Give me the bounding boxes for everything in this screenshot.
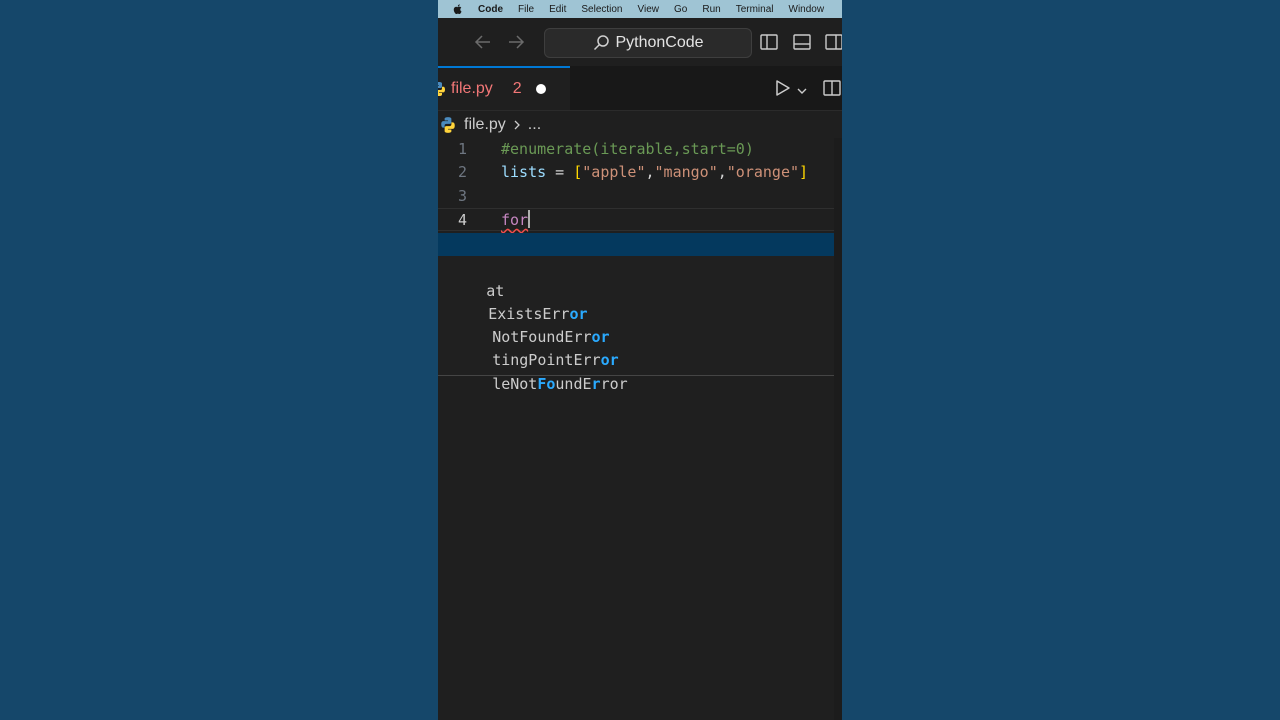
code-keyword: for (501, 210, 529, 229)
editor-scrollbar[interactable] (834, 138, 842, 720)
text-cursor (528, 209, 531, 228)
split-editor-icon[interactable] (822, 78, 842, 98)
line-number: 4 (457, 210, 467, 229)
apple-icon[interactable] (452, 3, 464, 15)
problems-count-badge: 2 (512, 80, 522, 97)
breadcrumb-file[interactable]: file.py (464, 116, 506, 134)
line-number: 3 (457, 186, 467, 205)
code-operator: = (546, 163, 574, 182)
command-center-search[interactable]: PythonCode (544, 28, 752, 58)
menu-file[interactable]: File (518, 4, 534, 15)
forward-arrow-icon[interactable] (506, 32, 526, 52)
toggle-panel-icon[interactable] (792, 32, 812, 52)
chevron-down-icon[interactable] (796, 82, 808, 94)
code-string: "apple" (582, 163, 646, 182)
code-string: "orange" (726, 163, 800, 182)
menu-run[interactable]: Run (702, 4, 720, 15)
code-comma: , (645, 163, 655, 182)
code-editor[interactable]: 1 #enumerate(iterable,start=0) 2 lists =… (438, 138, 842, 232)
run-python-file-icon[interactable] (774, 78, 792, 98)
back-arrow-icon[interactable] (473, 32, 493, 52)
python-file-icon (438, 81, 446, 97)
menu-terminal[interactable]: Terminal (736, 4, 774, 15)
line-number: 1 (457, 140, 467, 158)
search-icon (592, 34, 610, 52)
suggest-item[interactable]: ExistsError (438, 280, 587, 323)
code-comma: , (717, 163, 727, 182)
suggest-widget: at ExistsError NotFoundError tingPointEr… (438, 233, 842, 393)
editor-tabs-bar: file.py 2 (438, 66, 842, 111)
breadcrumb: file.py ... (438, 112, 842, 138)
python-file-icon (440, 116, 456, 134)
menu-app-code[interactable]: Code (478, 4, 503, 15)
code-line: 3 (438, 185, 842, 208)
menu-edit[interactable]: Edit (549, 4, 566, 15)
tab-label: file.py (451, 80, 493, 97)
code-string: "mango" (654, 163, 718, 182)
breadcrumb-symbols[interactable]: ... (528, 116, 541, 134)
toggle-secondary-sidebar-icon[interactable] (824, 32, 842, 52)
code-bracket: [ (573, 163, 583, 182)
chevron-right-icon (512, 119, 522, 131)
title-bar: PythonCode (438, 18, 842, 67)
code-bracket: ] (799, 163, 809, 182)
toggle-primary-sidebar-icon[interactable] (759, 32, 779, 52)
suggest-item[interactable]: tingPointError (438, 326, 618, 369)
tab-file-py[interactable]: file.py 2 (438, 66, 570, 110)
menu-selection[interactable]: Selection (581, 4, 622, 15)
code-line: 2 lists = ["apple","mango","orange"] (438, 161, 842, 184)
code-line-current: 4 for (438, 207, 842, 232)
suggest-item[interactable]: leNotFoundError (438, 350, 627, 393)
vscode-window: Code File Edit Selection View Go Run Ter… (438, 0, 842, 720)
code-variable: lists (501, 163, 547, 182)
menu-view[interactable]: View (638, 4, 660, 15)
mac-menu-bar: Code File Edit Selection View Go Run Ter… (438, 0, 842, 18)
menu-window[interactable]: Window (789, 4, 825, 15)
menu-go[interactable]: Go (674, 4, 687, 15)
suggest-item[interactable]: at (438, 256, 504, 300)
line-number: 2 (457, 163, 467, 182)
code-line: 1 #enumerate(iterable,start=0) (438, 138, 842, 161)
suggest-item[interactable]: NotFoundError (438, 303, 609, 346)
unsaved-dot-icon[interactable] (535, 84, 546, 94)
workspace-name: PythonCode (615, 34, 704, 51)
code-comment: #enumerate(iterable,start=0) (501, 140, 754, 158)
suggest-item-selected[interactable] (438, 233, 842, 257)
